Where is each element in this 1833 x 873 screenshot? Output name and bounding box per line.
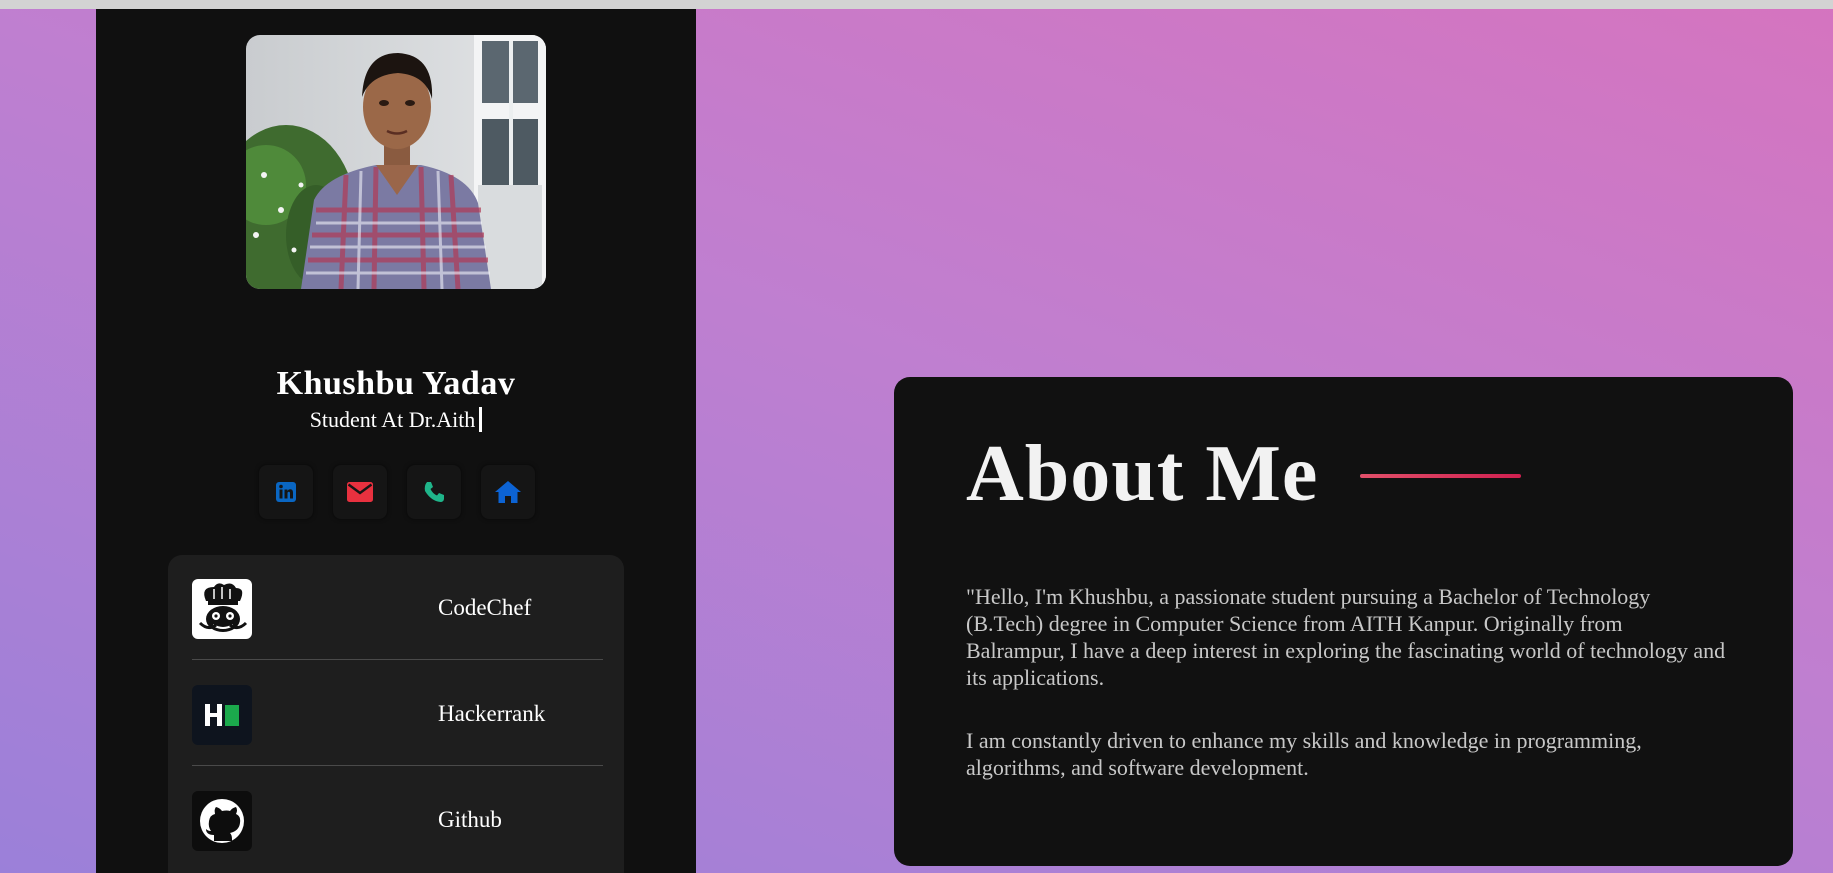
typing-cursor (479, 407, 483, 432)
profile-name: Khushbu Yadav (276, 365, 516, 402)
linkedin-button[interactable] (259, 465, 313, 519)
social-links (259, 465, 559, 519)
profile-role-text: Student At Dr.Aith (309, 407, 476, 432)
coding-profiles-card: CodeChef Hackerrank Github (168, 555, 624, 873)
home-button[interactable] (481, 465, 535, 519)
codechef-logo-icon (192, 579, 252, 639)
phone-icon (424, 482, 444, 502)
github-link[interactable]: Github (192, 767, 603, 872)
profile-sidebar: Khushbu Yadav Student At Dr.Aith CodeChe… (96, 9, 696, 873)
hackerrank-logo-icon (192, 685, 252, 745)
divider (192, 765, 603, 766)
phone-button[interactable] (407, 465, 461, 519)
profile-photo-illustration (246, 35, 546, 289)
browser-top-border (0, 0, 1833, 9)
about-paragraph-1: "Hello, I'm Khushbu, a passionate studen… (966, 584, 1726, 690)
hackerrank-link[interactable]: Hackerrank (192, 661, 603, 766)
mail-icon (347, 482, 373, 502)
profile-photo (246, 35, 546, 289)
github-logo-icon (192, 791, 252, 851)
hackerrank-label: Hackerrank (438, 701, 546, 726)
divider (192, 659, 603, 660)
home-icon (495, 481, 521, 503)
title-accent-line (1360, 474, 1521, 478)
email-button[interactable] (333, 465, 387, 519)
linkedin-icon (276, 482, 296, 502)
profile-role: Student At Dr.Aith (96, 407, 696, 433)
codechef-link[interactable]: CodeChef (192, 555, 603, 660)
codechef-label: CodeChef (438, 595, 532, 620)
about-title: About Me (966, 430, 1319, 518)
about-paragraph-2: I am constantly driven to enhance my ski… (966, 728, 1642, 780)
github-label: Github (438, 807, 502, 832)
about-me-card: About Me "Hello, I'm Khushbu, a passiona… (894, 377, 1793, 866)
